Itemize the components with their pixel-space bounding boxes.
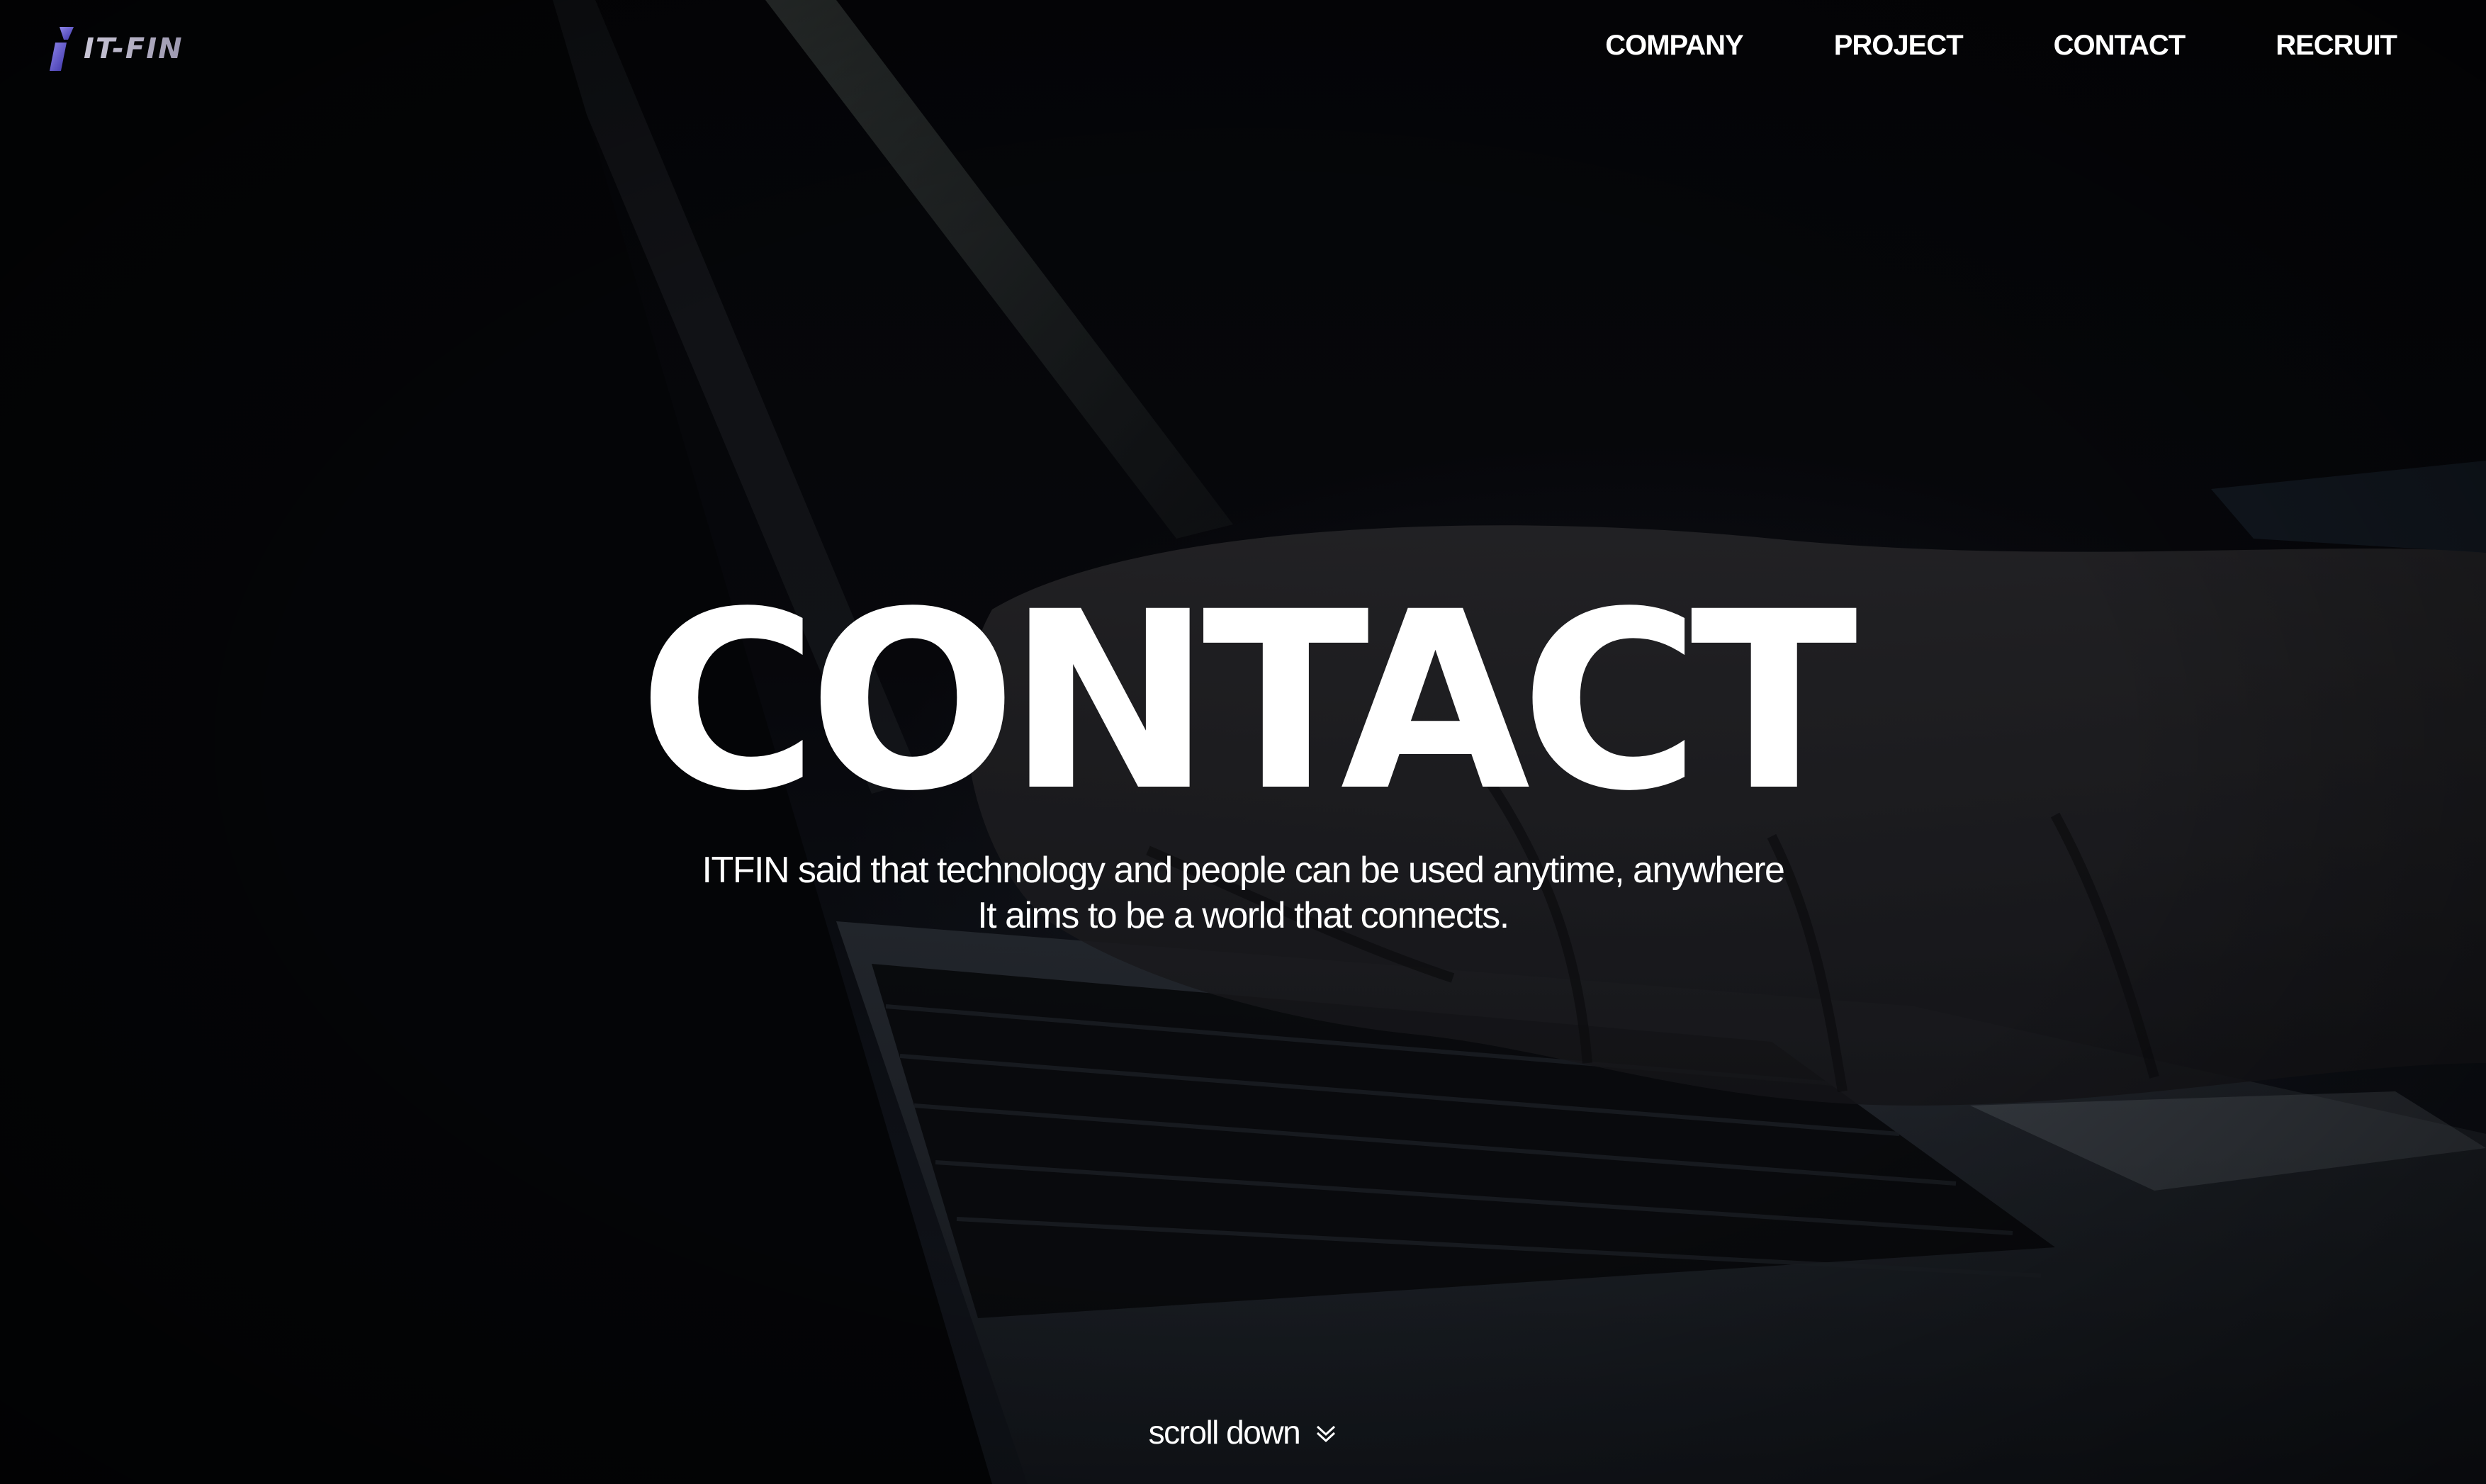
hero-subtitle: ITFIN said that technology and people ca… xyxy=(0,848,2486,938)
nav-company[interactable]: COMPANY xyxy=(1605,30,1743,62)
nav-contact[interactable]: CONTACT xyxy=(2054,30,2186,62)
nav-project[interactable]: PROJECT xyxy=(1834,30,1964,62)
site-logo[interactable]: IT-FIN xyxy=(47,24,203,74)
hero-subtitle-line-1: ITFIN said that technology and people ca… xyxy=(702,850,1785,891)
logo-text: IT-FIN xyxy=(84,33,184,65)
hero-subtitle-line-2: It aims to be a world that connects. xyxy=(977,895,1509,936)
nav-recruit[interactable]: RECRUIT xyxy=(2276,30,2397,62)
main-nav: COMPANY PROJECT CONTACT RECRUIT xyxy=(1605,30,2397,62)
scroll-down-link[interactable]: scroll down xyxy=(0,1413,2486,1451)
hero-title: CONTACT xyxy=(638,559,1858,845)
site-header: IT-FIN COMPANY PROJECT CONTACT RECRUIT xyxy=(0,0,2486,99)
double-chevron-down-icon xyxy=(1317,1425,1336,1443)
scroll-down-label: scroll down xyxy=(1148,1414,1301,1451)
itfin-logo-mark-icon xyxy=(50,27,74,71)
